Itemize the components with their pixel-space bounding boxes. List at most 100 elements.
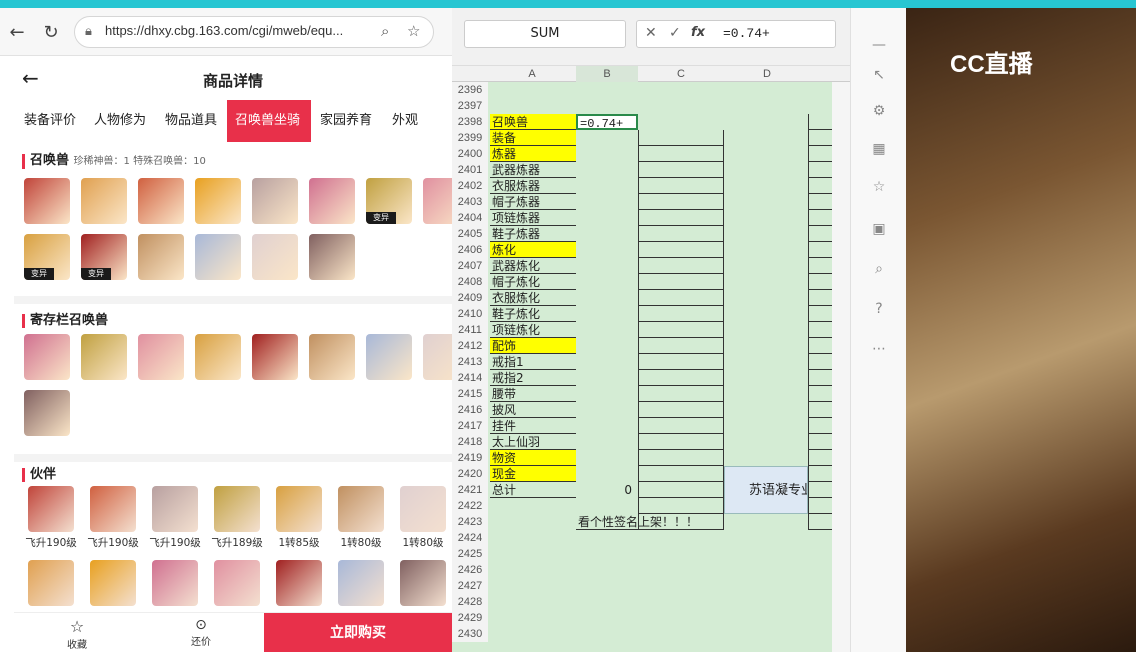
row-number[interactable]: 2424: [452, 530, 488, 546]
cell-e[interactable]: [808, 178, 832, 194]
cell-c[interactable]: [638, 242, 724, 258]
col-c[interactable]: C: [638, 66, 724, 82]
partner-item[interactable]: [84, 560, 142, 606]
cell-c[interactable]: [638, 514, 724, 530]
row-number[interactable]: 2407: [452, 258, 488, 274]
row-number[interactable]: 2427: [452, 578, 488, 594]
cell-a[interactable]: [490, 578, 576, 594]
pet-thumbnail[interactable]: [81, 334, 127, 380]
cell-e[interactable]: [808, 482, 832, 498]
tab-2[interactable]: 物品道具: [157, 100, 225, 142]
partner-item[interactable]: [332, 560, 390, 606]
cell-a[interactable]: [490, 562, 576, 578]
row-number[interactable]: 2398: [452, 114, 488, 130]
cell-a[interactable]: 召唤兽: [490, 114, 576, 130]
cell-c[interactable]: [638, 322, 724, 338]
pet-thumbnail[interactable]: [423, 334, 452, 380]
pet-thumbnail[interactable]: [81, 178, 127, 224]
cell-a[interactable]: 鞋子炼器: [490, 226, 576, 242]
cell-e[interactable]: [808, 338, 832, 354]
row-number[interactable]: 2425: [452, 546, 488, 562]
pet-thumbnail[interactable]: [138, 234, 184, 280]
row-number[interactable]: 2396: [452, 82, 488, 98]
cell-e[interactable]: [808, 194, 832, 210]
cell-c[interactable]: [638, 466, 724, 482]
cell-a[interactable]: 炼器: [490, 146, 576, 162]
cell-c[interactable]: [638, 178, 724, 194]
partner-item[interactable]: [270, 560, 328, 606]
pet-thumbnail[interactable]: [195, 334, 241, 380]
cell-a[interactable]: [490, 514, 576, 530]
row-number[interactable]: 2419: [452, 450, 488, 466]
row-number[interactable]: 2410: [452, 306, 488, 322]
cell-c[interactable]: [638, 434, 724, 450]
name-box[interactable]: SUM: [464, 20, 626, 48]
row-number[interactable]: 2397: [452, 98, 488, 114]
cell-e[interactable]: [808, 450, 832, 466]
pet-thumbnail[interactable]: 变异: [366, 178, 412, 224]
cell-a[interactable]: 配饰: [490, 338, 576, 354]
cell-a[interactable]: 戒指1: [490, 354, 576, 370]
bargain-button[interactable]: ⊙ 还价: [186, 617, 216, 648]
row-number[interactable]: 2400: [452, 146, 488, 162]
cell-c[interactable]: [638, 226, 724, 242]
cell-a[interactable]: 披风: [490, 402, 576, 418]
cell-c[interactable]: [638, 338, 724, 354]
row-number[interactable]: 2414: [452, 370, 488, 386]
cell-a[interactable]: 现金: [490, 466, 576, 482]
pet-thumbnail[interactable]: [366, 334, 412, 380]
cell-a[interactable]: [490, 498, 576, 514]
cell-e[interactable]: [808, 434, 832, 450]
pet-thumbnail[interactable]: [252, 234, 298, 280]
row-number[interactable]: 2426: [452, 562, 488, 578]
cell-a[interactable]: 项链炼器: [490, 210, 576, 226]
refresh-icon[interactable]: ↻: [40, 22, 62, 44]
cancel-icon[interactable]: ✕: [645, 25, 657, 41]
col-a[interactable]: A: [488, 66, 576, 82]
cell-a[interactable]: 武器炼器: [490, 162, 576, 178]
minimize-icon[interactable]: —: [870, 36, 888, 54]
vertical-scrollbar[interactable]: [832, 82, 850, 652]
tab-5[interactable]: 外观: [384, 100, 426, 142]
partner-item[interactable]: 飞升190级: [146, 486, 204, 550]
pet-thumbnail[interactable]: [423, 178, 452, 224]
cell-a[interactable]: 帽子炼化: [490, 274, 576, 290]
tab-3[interactable]: 召唤兽坐骑: [227, 100, 311, 142]
url-field[interactable]: 🔒︎ https://dhxy.cbg.163.com/cgi/mweb/equ…: [74, 16, 434, 48]
cell-e[interactable]: [808, 146, 832, 162]
row-number[interactable]: 2401: [452, 162, 488, 178]
cell-e[interactable]: [808, 274, 832, 290]
cell-e[interactable]: [808, 258, 832, 274]
cell-c[interactable]: [638, 386, 724, 402]
pet-thumbnail[interactable]: [309, 178, 355, 224]
cell-c[interactable]: [638, 290, 724, 306]
cell-e[interactable]: [808, 402, 832, 418]
row-number[interactable]: 2402: [452, 178, 488, 194]
row-number[interactable]: 2421: [452, 482, 488, 498]
row-number[interactable]: 2413: [452, 354, 488, 370]
cell-e[interactable]: [808, 466, 832, 482]
cell-e[interactable]: [808, 498, 832, 514]
tab-0[interactable]: 装备评价: [16, 100, 84, 142]
search-icon[interactable]: ⌕: [381, 22, 389, 40]
partner-item[interactable]: 飞升189级: [208, 486, 266, 550]
cell-a[interactable]: 挂件: [490, 418, 576, 434]
cell-c[interactable]: [638, 274, 724, 290]
partner-item[interactable]: 飞升190级: [84, 486, 142, 550]
row-number[interactable]: 2430: [452, 626, 488, 642]
settings-icon[interactable]: ⚙: [870, 102, 888, 120]
partner-item[interactable]: [146, 560, 204, 606]
cell-c[interactable]: [638, 370, 724, 386]
cell-a[interactable]: 武器炼化: [490, 258, 576, 274]
partner-item[interactable]: [394, 560, 452, 606]
back-icon[interactable]: ←: [6, 22, 28, 44]
cell-a[interactable]: 腰带: [490, 386, 576, 402]
cell-b[interactable]: 0: [576, 482, 634, 498]
cell-a[interactable]: 鞋子炼化: [490, 306, 576, 322]
fx-icon[interactable]: fx: [691, 25, 705, 40]
row-number[interactable]: 2412: [452, 338, 488, 354]
cell-a[interactable]: 衣服炼器: [490, 178, 576, 194]
star-icon[interactable]: ☆: [407, 22, 420, 40]
row-number[interactable]: 2422: [452, 498, 488, 514]
pet-thumbnail[interactable]: [24, 390, 70, 436]
